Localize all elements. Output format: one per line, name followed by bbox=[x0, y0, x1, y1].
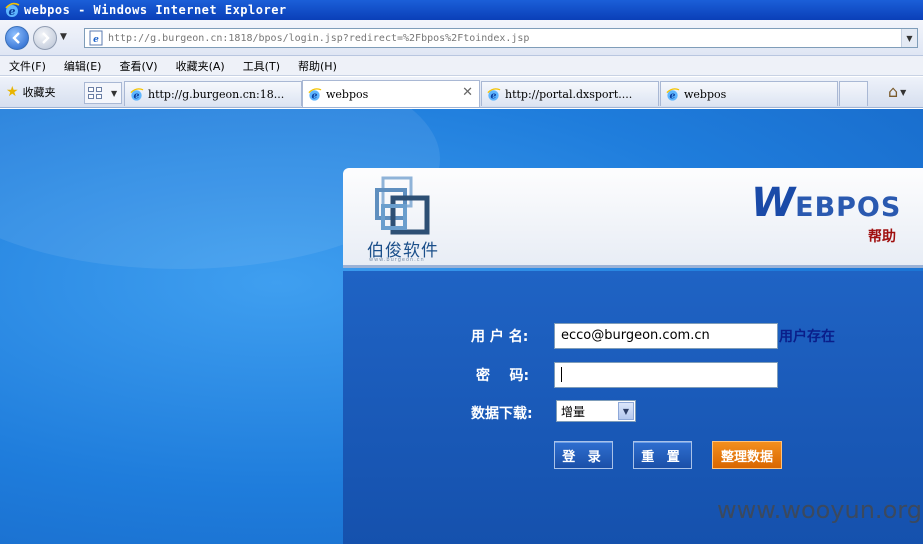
ie-page-icon: e bbox=[308, 87, 322, 101]
tab-dxsport-url[interactable]: e http://portal.dxsport.... bbox=[481, 81, 659, 106]
home-icon: ⌂ bbox=[888, 82, 899, 101]
tab-label: webpos bbox=[684, 87, 727, 101]
data-download-label: 数据下载: bbox=[471, 406, 533, 422]
svg-text:e: e bbox=[134, 90, 140, 101]
navigation-toolbar: ▼ e http://g.burgeon.cn:1818/bpos/login.… bbox=[0, 20, 923, 56]
ie-page-icon: e bbox=[130, 87, 144, 101]
tab-webpos-active[interactable]: e webpos ✕ bbox=[302, 80, 480, 107]
address-url[interactable]: http://g.burgeon.cn:1818/bpos/login.jsp?… bbox=[108, 33, 529, 44]
page-icon: e bbox=[89, 30, 103, 46]
forward-arrow-icon bbox=[42, 32, 50, 44]
window-title-bar: e webpos - Windows Internet Explorer bbox=[0, 0, 923, 20]
tab-label: webpos bbox=[326, 87, 369, 101]
home-button[interactable]: ⌂ ▼ bbox=[888, 82, 906, 101]
svg-text:e: e bbox=[670, 90, 676, 101]
quick-tabs-button[interactable]: ▼ bbox=[84, 82, 122, 104]
data-download-selected: 增量 bbox=[561, 404, 586, 419]
webpos-login-page: 伯俊软件 www.burgeon.cn WEBPOS 帮助 用 户 名: ecc… bbox=[0, 109, 923, 544]
back-arrow-icon bbox=[12, 32, 20, 44]
login-button[interactable]: 登 录 bbox=[554, 441, 613, 469]
favorites-star-icon: ★ bbox=[6, 84, 19, 100]
webpos-brand-logo: WEBPOS bbox=[751, 180, 901, 226]
logo-squares-icon bbox=[375, 176, 430, 235]
brand-rest: EBPOS bbox=[795, 192, 902, 223]
address-dropdown-icon[interactable]: ▼ bbox=[901, 29, 917, 47]
ie-page-icon: e bbox=[487, 87, 501, 101]
password-input[interactable] bbox=[554, 362, 778, 388]
internet-explorer-icon: e bbox=[5, 2, 20, 18]
close-tab-icon[interactable]: ✕ bbox=[462, 85, 473, 100]
menu-help[interactable]: 帮助(H) bbox=[298, 58, 337, 74]
login-panel-header: 伯俊软件 www.burgeon.cn WEBPOS 帮助 bbox=[343, 168, 923, 268]
favorites-label: 收藏夹 bbox=[22, 86, 56, 99]
window-title: webpos - Windows Internet Explorer bbox=[24, 3, 287, 17]
data-download-select[interactable]: 增量 ▼ bbox=[556, 400, 636, 422]
tab-label: http://g.burgeon.cn:18... bbox=[148, 87, 285, 101]
login-panel: 伯俊软件 www.burgeon.cn WEBPOS 帮助 用 户 名: ecc… bbox=[343, 168, 923, 544]
user-exists-status: 用户存在 bbox=[779, 329, 835, 345]
recent-pages-dropdown-icon[interactable]: ▼ bbox=[60, 32, 67, 42]
ie-page-icon: e bbox=[666, 87, 680, 101]
svg-text:e: e bbox=[93, 35, 99, 45]
tab-bar: ★ 收藏夹 ▼ e http://g.burgeon.cn:18... e we… bbox=[0, 77, 923, 108]
tab-list-dropdown-icon[interactable]: ▼ bbox=[111, 89, 117, 98]
favorites-button[interactable]: ★ 收藏夹 bbox=[6, 84, 56, 100]
home-dropdown-icon[interactable]: ▼ bbox=[900, 88, 906, 97]
svg-text:e: e bbox=[491, 90, 497, 101]
menu-file[interactable]: 文件(F) bbox=[9, 58, 46, 74]
clean-data-button[interactable]: 整理数据 bbox=[712, 441, 782, 469]
svg-text:e: e bbox=[312, 90, 318, 101]
forward-button[interactable] bbox=[33, 26, 57, 50]
tab-webpos-2[interactable]: e webpos bbox=[660, 81, 838, 106]
company-website: www.burgeon.cn bbox=[369, 257, 425, 263]
new-tab-button[interactable] bbox=[839, 81, 868, 106]
menu-tools[interactable]: 工具(T) bbox=[243, 58, 280, 74]
svg-text:e: e bbox=[9, 5, 16, 18]
text-cursor bbox=[561, 367, 562, 382]
username-input[interactable]: ecco@burgeon.com.cn bbox=[554, 323, 778, 349]
menu-edit[interactable]: 编辑(E) bbox=[64, 58, 102, 74]
brand-initial: W bbox=[751, 180, 796, 226]
back-button[interactable] bbox=[5, 26, 29, 50]
address-bar[interactable]: e http://g.burgeon.cn:1818/bpos/login.js… bbox=[84, 28, 918, 48]
help-link[interactable]: 帮助 bbox=[868, 226, 896, 246]
tab-label: http://portal.dxsport.... bbox=[505, 87, 633, 101]
menu-view[interactable]: 查看(V) bbox=[119, 58, 157, 74]
menu-bar: 文件(F) 编辑(E) 查看(V) 收藏夹(A) 工具(T) 帮助(H) bbox=[0, 56, 923, 76]
reset-button[interactable]: 重 置 bbox=[633, 441, 692, 469]
menu-favorites[interactable]: 收藏夹(A) bbox=[176, 58, 225, 74]
watermark: www.wooyun.org bbox=[717, 496, 922, 524]
tab-burgeon-url[interactable]: e http://g.burgeon.cn:18... bbox=[124, 81, 302, 106]
select-dropdown-icon[interactable]: ▼ bbox=[618, 402, 634, 420]
username-label: 用 户 名: bbox=[471, 329, 529, 345]
password-label: 密 码: bbox=[476, 368, 530, 384]
quick-tabs-icon bbox=[88, 87, 102, 99]
